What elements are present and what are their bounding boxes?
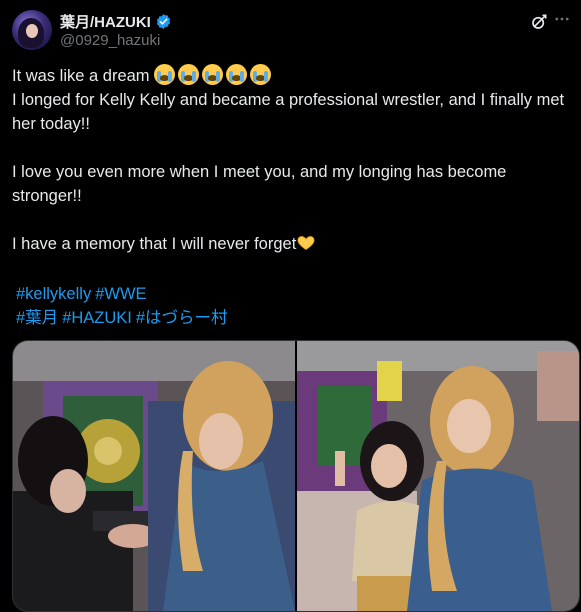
display-name[interactable]: 葉月/HAZUKI [60,11,151,32]
photo-right[interactable] [297,341,579,611]
crying-face-icon [226,64,248,85]
post-text: It was like a dream I longed for Kelly K… [12,64,567,256]
verified-badge-icon [156,13,170,29]
crying-face-mouth [160,75,170,81]
more-icon[interactable] [553,10,571,28]
media-grid [12,340,580,612]
post-line-4-text: I have a memory that I will never forget [12,235,297,253]
hashtags: #kellykelly #WWE #葉月 #HAZUKI #はづらー村 [16,282,232,330]
hashtag-link[interactable]: #kellykelly [16,285,91,303]
crying-face-mouth [256,75,266,81]
hashtag-link[interactable]: #WWE [95,285,146,303]
post-line-3: I love you even more when I meet you, an… [12,163,507,205]
post-header: 葉月/HAZUKI @0929_hazuki [12,10,569,54]
post-line-1: It was like a dream [12,64,567,88]
crying-face-icon [178,64,200,85]
crying-emoji-group [154,64,274,85]
hashtag-row-1: #kellykelly #WWE [16,282,232,306]
crying-face-icon [154,64,176,85]
author-handle[interactable]: @0929_hazuki [60,32,172,49]
heart-hands-icon [297,236,315,250]
author-names: 葉月/HAZUKI @0929_hazuki [60,11,172,49]
display-name-row: 葉月/HAZUKI [60,11,172,31]
avatar[interactable] [12,10,52,50]
grok-icon[interactable] [529,12,549,32]
crying-face-icon [250,64,272,85]
crying-face-mouth [184,75,194,81]
photo-left[interactable] [13,341,295,611]
crying-face-mouth [232,75,242,81]
hashtag-link[interactable]: #はづらー村 [136,309,228,327]
photo-right-image [297,341,579,611]
post-line-1-text: It was like a dream [12,67,150,85]
crying-face-icon [202,64,224,85]
hashtag-row-2: #葉月 #HAZUKI #はづらー村 [16,306,232,330]
hashtag-link[interactable]: #HAZUKI [62,309,132,327]
hashtag-link[interactable]: #葉月 [16,309,58,327]
avatar-face [26,24,38,38]
photo-left-image [13,341,295,611]
post-line-4: I have a memory that I will never forget [12,232,567,256]
post-line-2: I longed for Kelly Kelly and became a pr… [12,91,565,133]
crying-face-mouth [208,75,218,81]
